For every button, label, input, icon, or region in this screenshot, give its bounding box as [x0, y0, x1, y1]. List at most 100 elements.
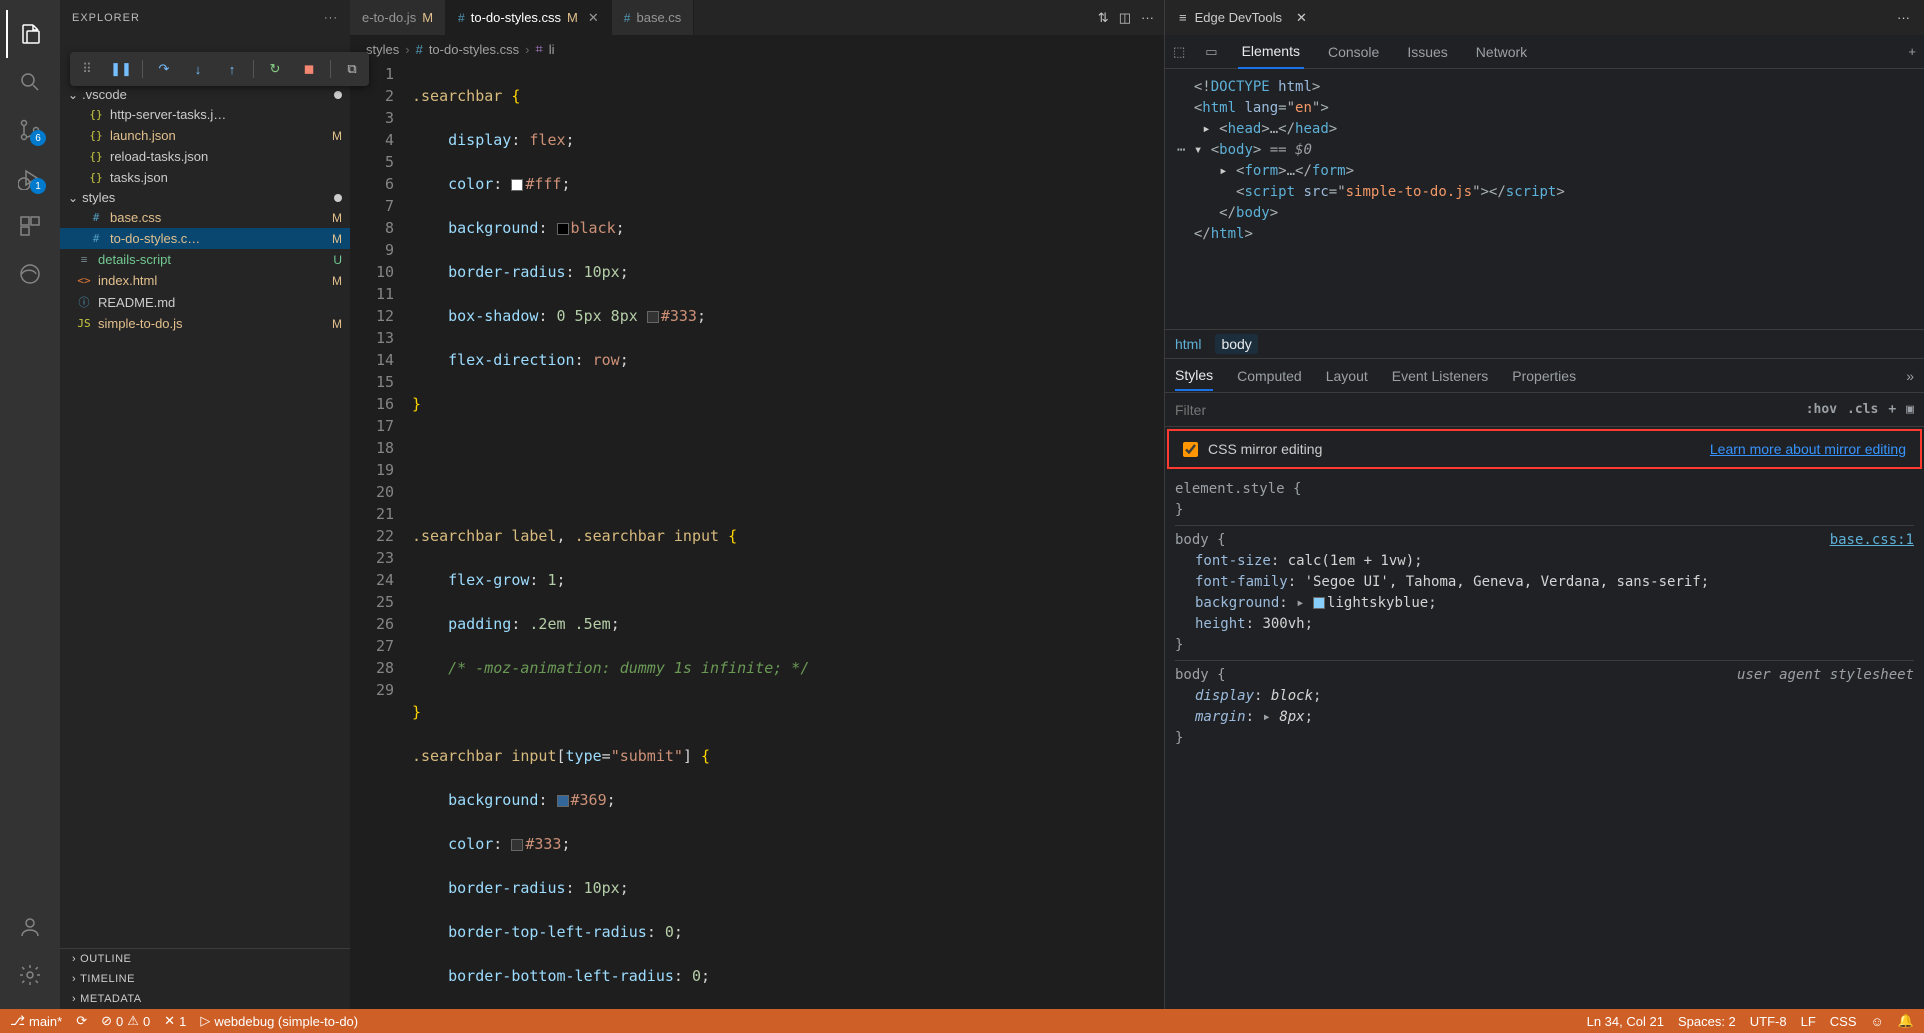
branch-icon: ⎇: [10, 1013, 25, 1029]
tab-elements[interactable]: Elements: [1238, 35, 1304, 69]
debug-grip-icon[interactable]: ⠿: [74, 56, 100, 82]
file-status: M: [332, 232, 342, 246]
status-position[interactable]: Ln 34, Col 21: [1587, 1014, 1664, 1029]
devtools-icon: ≡: [1179, 10, 1187, 25]
more-icon[interactable]: ···: [1897, 10, 1910, 25]
cls-button[interactable]: .cls: [1847, 402, 1878, 417]
file-item[interactable]: {} http-server-tasks.j…: [60, 104, 350, 125]
plus-icon[interactable]: +: [1908, 44, 1916, 59]
close-icon[interactable]: ✕: [1296, 10, 1307, 26]
debug-stepout-button[interactable]: ↑: [219, 56, 245, 82]
status-encoding[interactable]: UTF-8: [1750, 1014, 1787, 1029]
status-feedback-icon[interactable]: ☺: [1871, 1014, 1884, 1029]
tab-styles[interactable]: Styles: [1175, 361, 1213, 391]
file-label: launch.json: [110, 128, 176, 143]
compare-icon[interactable]: ⇅: [1098, 10, 1109, 26]
status-sync[interactable]: ⟳: [76, 1013, 87, 1029]
chevron-down-icon: ⌄: [68, 191, 78, 205]
split-icon[interactable]: ◫: [1119, 10, 1131, 26]
timeline-panel[interactable]: ›TIMELINE: [60, 969, 350, 989]
json-icon: {}: [88, 171, 104, 184]
mirror-checkbox[interactable]: [1183, 442, 1198, 457]
tab-issues[interactable]: Issues: [1403, 36, 1451, 68]
file-item[interactable]: ≡ details-script U: [60, 249, 350, 270]
debug-badge: 1: [30, 178, 46, 194]
devtools-panel: ≡ Edge DevTools ✕ ··· ⬚ ▭ Elements Conso…: [1164, 0, 1924, 1009]
plus-icon[interactable]: +: [1888, 402, 1896, 417]
status-bell-icon[interactable]: 🔔: [1898, 1013, 1914, 1029]
debug-restart-button[interactable]: ↻: [262, 56, 288, 82]
file-item[interactable]: <> index.html M: [60, 270, 350, 291]
mirror-learn-more-link[interactable]: Learn more about mirror editing: [1710, 441, 1906, 457]
activity-scm-icon[interactable]: 6: [6, 106, 54, 154]
code-editor[interactable]: 1234567891011121314151617181920212223242…: [350, 63, 1164, 1009]
debug-screencast-button[interactable]: ⧉: [339, 56, 365, 82]
tab-base-css[interactable]: # base.cs: [612, 0, 695, 35]
code-content[interactable]: .searchbar { display: flex; color: #fff;…: [412, 63, 1164, 1009]
file-item[interactable]: {} launch.json M: [60, 125, 350, 146]
styles-body[interactable]: element.style { } body {base.css:1 font-…: [1165, 471, 1924, 1009]
more-icon[interactable]: ···: [1141, 10, 1154, 25]
activity-extensions-icon[interactable]: [6, 202, 54, 250]
file-item[interactable]: # to-do-styles.c… M: [60, 228, 350, 249]
tab-properties[interactable]: Properties: [1512, 362, 1576, 390]
crumb-body[interactable]: body: [1215, 334, 1257, 354]
tab-network[interactable]: Network: [1472, 36, 1531, 68]
device-icon[interactable]: ▭: [1205, 44, 1217, 60]
tab-simple-todo-js[interactable]: e-to-do.js M: [350, 0, 446, 35]
activity-settings-icon[interactable]: [6, 951, 54, 999]
explorer-header: EXPLORER ···: [60, 0, 350, 35]
file-item[interactable]: {} tasks.json: [60, 167, 350, 188]
tab-todo-styles-css[interactable]: # to-do-styles.css M ✕: [446, 0, 612, 35]
tab-console[interactable]: Console: [1324, 36, 1383, 68]
styles-filter-input[interactable]: [1175, 402, 1796, 418]
file-status: M: [332, 274, 342, 288]
metadata-panel[interactable]: ›METADATA: [60, 989, 350, 1009]
file-label: simple-to-do.js: [98, 316, 183, 331]
breadcrumb-item[interactable]: to-do-styles.css: [429, 42, 519, 57]
more-tabs-icon[interactable]: »: [1906, 362, 1914, 390]
breadcrumb-item[interactable]: styles: [366, 42, 399, 57]
file-item[interactable]: JS simple-to-do.js M: [60, 313, 350, 334]
status-launch[interactable]: ▷webdebug (simple-to-do): [200, 1013, 358, 1029]
breadcrumb-item[interactable]: li: [549, 42, 555, 57]
dom-tree[interactable]: <!DOCTYPE html> <html lang="en"> ▸ <head…: [1165, 69, 1924, 329]
close-icon[interactable]: ✕: [588, 10, 599, 26]
activity-search-icon[interactable]: [6, 58, 54, 106]
source-link[interactable]: base.css:1: [1830, 530, 1914, 551]
outline-panel[interactable]: ›OUTLINE: [60, 949, 350, 969]
folder-vscode[interactable]: ⌄ .vscode: [60, 85, 350, 104]
tab-layout[interactable]: Layout: [1326, 362, 1368, 390]
activity-debug-icon[interactable]: 1: [6, 154, 54, 202]
debug-stop-button[interactable]: ◼: [296, 56, 322, 82]
tab-computed[interactable]: Computed: [1237, 362, 1302, 390]
folder-label: .vscode: [82, 87, 127, 102]
folder-modified-dot: [334, 91, 342, 99]
file-item[interactable]: {} reload-tasks.json: [60, 146, 350, 167]
status-problems[interactable]: ⊘0 ⚠0: [101, 1013, 150, 1029]
file-item[interactable]: # base.css M: [60, 207, 350, 228]
debug-stepinto-button[interactable]: ↓: [185, 56, 211, 82]
activity-account-icon[interactable]: [6, 903, 54, 951]
folder-styles[interactable]: ⌄ styles: [60, 188, 350, 207]
activity-explorer-icon[interactable]: [6, 10, 54, 58]
status-branch[interactable]: ⎇main*: [10, 1013, 62, 1029]
debug-pause-button[interactable]: ❚❚: [108, 56, 134, 82]
panel-icon[interactable]: ▣: [1906, 402, 1914, 417]
debug-stepover-button[interactable]: ↷: [151, 56, 177, 82]
activity-edge-icon[interactable]: [6, 250, 54, 298]
breadcrumb[interactable]: styles › # to-do-styles.css › ⌗ li: [350, 35, 1164, 63]
tab-event-listeners[interactable]: Event Listeners: [1392, 362, 1489, 390]
json-icon: {}: [88, 108, 104, 121]
tab-status: M: [422, 10, 433, 25]
file-item[interactable]: ⓘ README.md: [60, 291, 350, 313]
hov-button[interactable]: :hov: [1806, 402, 1837, 417]
explorer-more-icon[interactable]: ···: [324, 12, 338, 24]
crumb-html[interactable]: html: [1175, 336, 1201, 352]
status-spaces[interactable]: Spaces: 2: [1678, 1014, 1736, 1029]
status-language[interactable]: CSS: [1830, 1014, 1857, 1029]
explorer-sidebar: EXPLORER ··· ⠿ ❚❚ ↷ ↓ ↑ ↻ ◼ ⧉ ⌄ .vscode …: [60, 0, 350, 1009]
status-ports[interactable]: ✕1: [164, 1013, 186, 1029]
status-eol[interactable]: LF: [1801, 1014, 1816, 1029]
inspect-icon[interactable]: ⬚: [1173, 44, 1185, 60]
